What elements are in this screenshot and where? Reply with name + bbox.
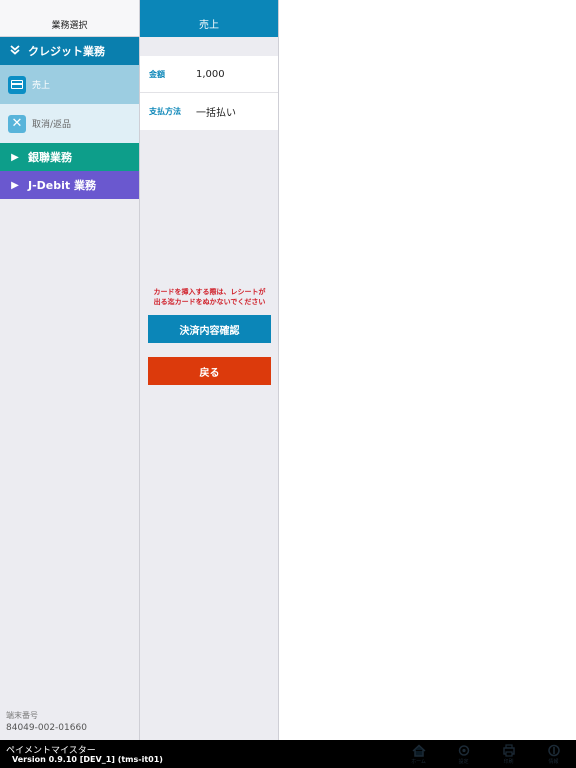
- section-ginren-label: 銀聯業務: [28, 151, 72, 164]
- amount-value: 1,000: [196, 68, 225, 80]
- tab-home-label: ホーム: [411, 758, 426, 765]
- sidebar-item-sale[interactable]: 売上: [0, 65, 139, 104]
- home-icon: [411, 743, 426, 757]
- chevron-double-down-icon: [8, 44, 22, 58]
- notice-line-2: 出る迄カードをぬかないでください: [153, 298, 266, 306]
- info-icon: [547, 744, 560, 756]
- confirm-payment-button[interactable]: 決済内容確認: [148, 315, 271, 343]
- tab-home[interactable]: ホーム: [396, 740, 441, 768]
- payment-method-row: 支払方法 一括払い: [140, 93, 278, 130]
- sidebar-header: 業務選択: [0, 0, 139, 37]
- printer-icon: [502, 743, 515, 757]
- triangle-right-icon: ▶: [11, 151, 19, 163]
- triangle-right-icon: ▶: [11, 179, 19, 191]
- section-credit[interactable]: クレジット業務: [0, 37, 139, 65]
- sidebar-title: 業務選択: [51, 21, 88, 31]
- sidebar: 業務選択 クレジット業務 売上 ✕ 取消/返品 ▶ 銀聯業務 ▶ J-Debit…: [0, 0, 140, 740]
- back-button[interactable]: 戻る: [148, 357, 271, 385]
- notice-line-1: カードを挿入する際は、レシートが: [153, 288, 266, 296]
- card-icon: [8, 75, 26, 94]
- amount-label: 金額: [149, 69, 165, 79]
- tab-print-label: 印刷: [503, 758, 514, 765]
- card-insert-notice: カードを挿入する際は、レシートが 出る迄カードをぬかないでください: [140, 287, 279, 307]
- sidebar-item-cancel[interactable]: ✕ 取消/返品: [0, 104, 139, 143]
- tab-print[interactable]: 印刷: [486, 740, 531, 768]
- payment-method-label: 支払方法: [149, 107, 181, 116]
- transaction-panel: 売上 金額 1,000 支払方法 一括払い カードを挿入する際は、レシートが 出…: [140, 0, 279, 740]
- tab-info-label: 情報: [548, 758, 559, 765]
- sidebar-item-sale-label: 売上: [32, 81, 51, 91]
- gear-icon: [458, 744, 469, 756]
- sidebar-item-cancel-label: 取消/返品: [32, 120, 72, 130]
- amount-row: 金額 1,000: [140, 56, 278, 93]
- payment-method-value: 一括払い: [196, 108, 236, 119]
- app-version: Version 0.9.10 [DEV_1] (tms-it01): [12, 755, 163, 764]
- panel-title: 売上: [140, 0, 278, 37]
- section-ginren[interactable]: ▶ 銀聯業務: [0, 143, 139, 171]
- terminal-number: 84049-002-01660: [6, 723, 87, 733]
- section-credit-label: クレジット業務: [28, 45, 105, 58]
- bottom-tabs: ホーム 設定 印刷 情報: [396, 740, 576, 768]
- tab-info[interactable]: 情報: [531, 740, 576, 768]
- bottom-bar: ペイメントマイスター Version 0.9.10 [DEV_1] (tms-i…: [0, 740, 576, 768]
- cancel-x-icon: ✕: [8, 114, 26, 133]
- terminal-label: 端末番号: [6, 711, 38, 720]
- transaction-details: 金額 1,000 支払方法 一括払い: [140, 56, 278, 130]
- tab-settings-label: 設定: [458, 758, 469, 765]
- section-jdebit-label: J-Debit 業務: [28, 179, 96, 192]
- section-jdebit[interactable]: ▶ J-Debit 業務: [0, 171, 139, 199]
- terminal-info: 端末番号 84049-002-01660: [6, 710, 87, 734]
- tab-settings[interactable]: 設定: [441, 740, 486, 768]
